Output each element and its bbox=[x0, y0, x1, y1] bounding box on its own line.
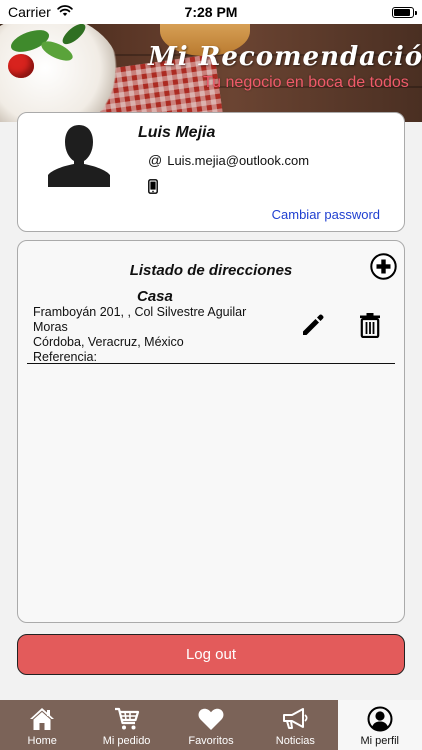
email-value: Luis.mejia@outlook.com bbox=[167, 152, 310, 168]
brand-logo: Mi Recomendación bbox=[148, 42, 422, 72]
email-row: @ Luis.mejia@outlook.com bbox=[148, 152, 309, 168]
cart-icon bbox=[114, 707, 139, 730]
header-banner: Mi Recomendación Tu negocio en boca de t… bbox=[0, 24, 422, 122]
address-name: Casa bbox=[137, 288, 173, 305]
address-list-title: Listado de direcciones bbox=[129, 262, 293, 279]
battery-icon bbox=[392, 6, 417, 18]
address-line-street: Framboyán 201, , Col Silvestre Aguilar M… bbox=[33, 305, 247, 334]
tomato-decoration bbox=[8, 54, 34, 78]
pencil-icon bbox=[303, 314, 324, 335]
user-name: Luis Mejia bbox=[138, 124, 216, 141]
plus-circle-icon bbox=[370, 253, 397, 280]
address-details: Framboyán 201, , Col Silvestre Aguilar M… bbox=[33, 305, 268, 365]
at-icon: @ bbox=[148, 152, 163, 168]
tab-label: Mi perfil bbox=[360, 735, 400, 747]
tab-favoritos[interactable]: Favoritos bbox=[168, 700, 254, 750]
address-list-item: Casa Framboyán 201, , Col Silvestre Agui… bbox=[27, 288, 395, 364]
trash-icon bbox=[360, 313, 380, 339]
user-circle-icon bbox=[367, 706, 393, 732]
tab-mi-perfil[interactable]: Mi perfil bbox=[337, 700, 422, 750]
avatar[interactable] bbox=[43, 115, 115, 187]
megaphone-icon bbox=[283, 708, 308, 729]
tab-label: Mi pedido bbox=[102, 735, 151, 747]
wifi-icon bbox=[57, 4, 73, 20]
edit-address-button[interactable] bbox=[300, 312, 326, 343]
status-left: Carrier bbox=[8, 4, 73, 20]
brand-tagline: Tu negocio en boca de todos bbox=[203, 74, 409, 91]
phone-icon bbox=[148, 179, 158, 199]
profile-card: Luis Mejia @ Luis.mejia@outlook.com Camb… bbox=[17, 112, 405, 232]
address-list-card: Listado de direcciones Casa Framboyán 20… bbox=[17, 240, 405, 623]
add-address-button[interactable] bbox=[370, 253, 397, 280]
tab-label: Home bbox=[27, 735, 57, 747]
delete-address-button[interactable] bbox=[359, 312, 381, 343]
tab-bar: Home Mi pedido Favoritos Noticias Mi per… bbox=[0, 700, 422, 750]
tab-noticias[interactable]: Noticias bbox=[253, 700, 338, 750]
change-password-link[interactable]: Cambiar password bbox=[272, 207, 380, 222]
user-silhouette-icon bbox=[43, 115, 115, 187]
tab-mi-pedido[interactable]: Mi pedido bbox=[84, 700, 169, 750]
status-bar: Carrier 7:28 PM bbox=[0, 0, 422, 24]
tab-label: Noticias bbox=[275, 735, 315, 747]
logout-button[interactable]: Log out bbox=[17, 634, 405, 675]
heart-icon bbox=[198, 708, 224, 730]
address-line-city: Córdoba, Veracruz, México bbox=[33, 335, 184, 349]
tab-home[interactable]: Home bbox=[0, 700, 85, 750]
home-icon bbox=[30, 708, 55, 730]
tab-label: Favoritos bbox=[188, 735, 234, 747]
carrier-label: Carrier bbox=[8, 4, 51, 20]
address-line-reference: Referencia: bbox=[33, 350, 97, 364]
